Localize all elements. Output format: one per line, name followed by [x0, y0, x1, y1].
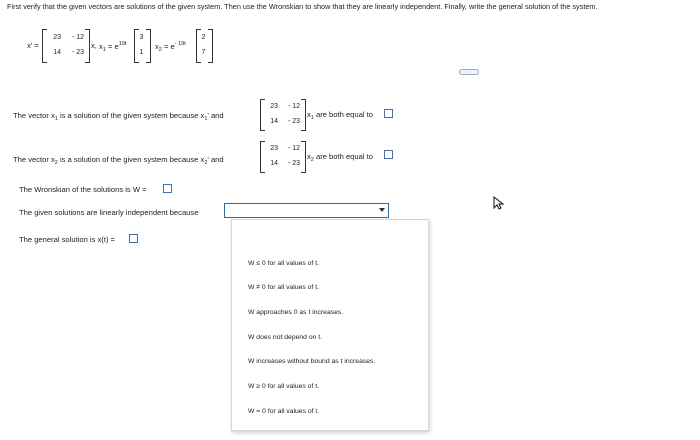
q1-text-mid: is a solution of the given system becaus… [57, 111, 205, 120]
x2-equals: = e [163, 42, 175, 51]
problem-statement: First verify that the given vectors are … [7, 2, 598, 11]
q2-text-mid2: ' and [207, 155, 224, 164]
menu-option[interactable]: W does not depend on t. [248, 334, 322, 341]
x1-subscript: 1 [102, 47, 106, 53]
q1-post-text: are both equal to [313, 110, 373, 119]
matrix-cell: 14 [270, 118, 278, 125]
chevron-down-icon [379, 208, 385, 212]
more-options-button[interactable] [459, 69, 479, 75]
dropdown-menu: W ≤ 0 for all values of t. W ≠ 0 for all… [231, 219, 429, 431]
vector-cell: 2 [201, 34, 206, 41]
x2-subscript: 2 [158, 47, 162, 53]
wronskian-label: The Wronskian of the solutions is W = [19, 185, 147, 194]
q2-post-text: are both equal to [313, 152, 373, 161]
x-vector-label: x, [91, 41, 97, 50]
q2-post: x2 are both equal to [307, 152, 373, 163]
cursor-icon [493, 196, 505, 210]
x2-definition: x2 = e- 19t [155, 41, 186, 53]
menu-option[interactable]: W ≤ 0 for all values of t. [248, 260, 319, 267]
system-matrix: 23 - 12 14 - 23 [42, 29, 90, 63]
q1-text-mid2: ' and [207, 111, 224, 120]
general-solution-answer-box[interactable] [129, 234, 138, 243]
matrix-cell: 23 [53, 34, 61, 41]
matrix-cell: - 23 [287, 160, 300, 167]
matrix-cell: 23 [270, 145, 278, 152]
q2-matrix: 23 - 12 14 - 23 [260, 141, 306, 173]
q1-answer-box[interactable] [384, 109, 393, 118]
menu-option[interactable]: W = 0 for all values of t. [248, 408, 319, 415]
matrix-cell: - 12 [287, 103, 300, 110]
x2-exponent: - 19t [174, 41, 186, 47]
vector-cell: 1 [139, 49, 144, 56]
menu-option[interactable]: W ≠ 0 for all values of t. [248, 284, 319, 291]
vector-cell: 7 [201, 49, 206, 56]
q2-text: The vector x [13, 155, 55, 164]
general-solution-label: The general solution is x(t) = [19, 235, 116, 244]
x1-definition: x1 = e19t [99, 41, 126, 53]
independence-label: The given solutions are linearly indepen… [19, 208, 199, 217]
matrix-cell: 23 [270, 103, 278, 110]
matrix-cell: - 23 [287, 118, 300, 125]
menu-option[interactable]: W increases without bound as t increases… [248, 358, 375, 365]
matrix-cell: 14 [270, 160, 278, 167]
matrix-cell: 14 [53, 49, 61, 56]
q2-statement: The vector x2 is a solution of the given… [13, 155, 224, 166]
matrix-cell: - 12 [71, 34, 84, 41]
wronskian-answer-box[interactable] [163, 184, 172, 193]
q1-text: The vector x [13, 111, 55, 120]
x1-equals: = e [107, 42, 119, 51]
vector-cell: 3 [139, 34, 144, 41]
menu-option[interactable]: W ≥ 0 for all values of t. [248, 383, 319, 390]
x1-exponent: 19t [118, 41, 127, 47]
menu-option[interactable]: W approaches 0 as t increases. [248, 309, 343, 316]
matrix-cell: - 23 [71, 49, 84, 56]
x2-vector: 2 7 [196, 29, 213, 63]
q1-matrix: 23 - 12 14 - 23 [260, 99, 306, 131]
q1-post: x1 are both equal to [307, 110, 373, 121]
q2-text-mid: is a solution of the given system becaus… [57, 155, 205, 164]
xprime-label: x' = [27, 41, 39, 50]
matrix-cell: - 12 [287, 145, 300, 152]
q1-statement: The vector x1 is a solution of the given… [13, 111, 224, 122]
x1-vector: 3 1 [134, 29, 151, 63]
q2-answer-box[interactable] [384, 150, 393, 159]
independence-dropdown[interactable] [224, 203, 389, 218]
